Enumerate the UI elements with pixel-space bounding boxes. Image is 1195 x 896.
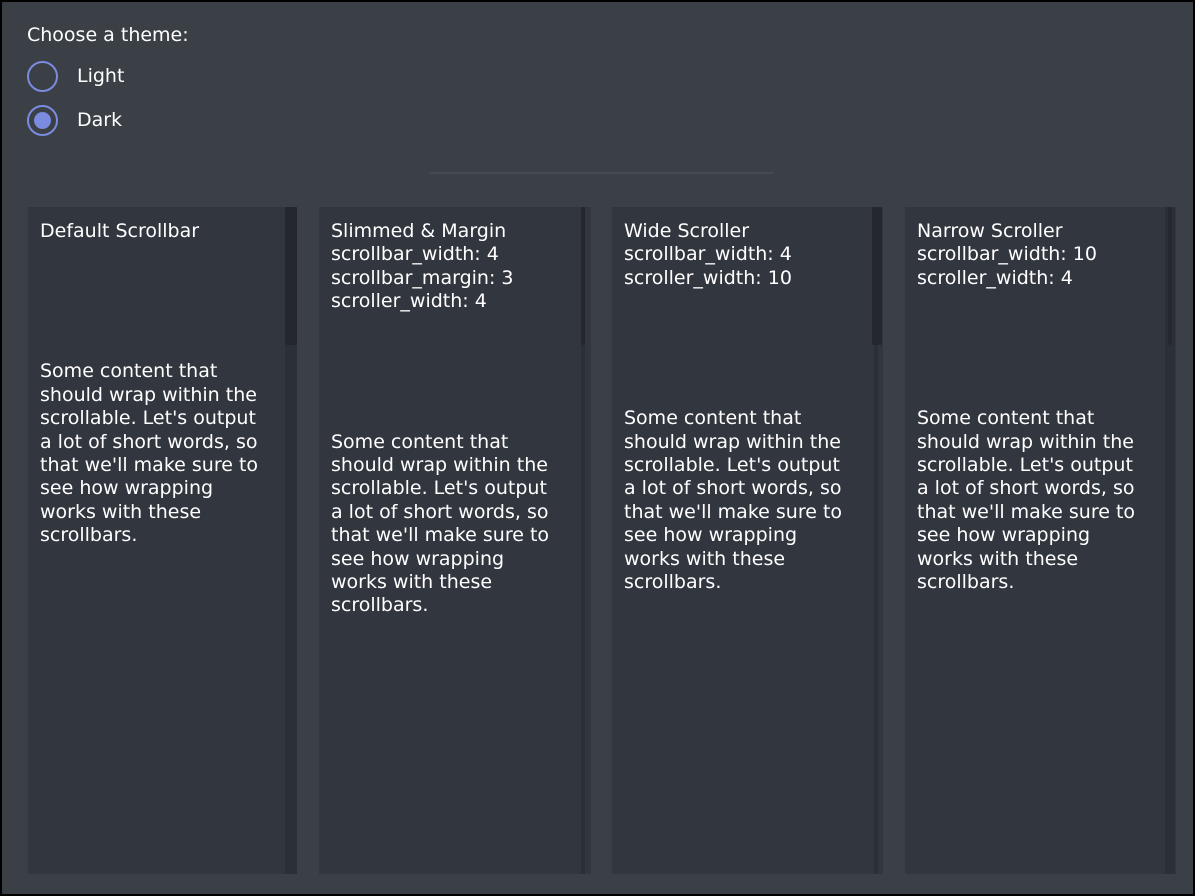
scrollable-panel-slimmed-margin[interactable]: Slimmed & Margin scrollbar_width: 4 scro… (319, 207, 591, 874)
scrollbar-thumb[interactable] (581, 207, 585, 345)
panel-content: Some content that should wrap within the… (917, 407, 1152, 594)
panel-header: Narrow Scroller scrollbar_width: 10 scro… (917, 220, 1152, 290)
radio-label-dark: Dark (77, 109, 122, 132)
scrollable-panel-narrow-scroller[interactable]: Narrow Scroller scrollbar_width: 10 scro… (905, 207, 1176, 874)
panel-content: Some content that should wrap within the… (331, 431, 567, 618)
horizontal-rule (429, 172, 774, 174)
radio-option-dark[interactable]: Dark (27, 105, 189, 136)
theme-chooser-label: Choose a theme: (27, 24, 189, 47)
scrollbar-thumb[interactable] (285, 207, 297, 345)
scrollable-panel-default[interactable]: Default Scrollbar Some content that shou… (28, 207, 297, 874)
panel-text-block: Wide Scroller scrollbar_width: 4 scrolle… (624, 220, 859, 594)
panel-content: Some content that should wrap within the… (40, 360, 273, 547)
scrollbar-thumb[interactable] (872, 207, 882, 345)
radio-option-light[interactable]: Light (27, 61, 189, 92)
panel-text-block: Narrow Scroller scrollbar_width: 10 scro… (917, 220, 1152, 594)
panel-header: Default Scrollbar (40, 220, 273, 243)
scrollable-panel-wide-scroller[interactable]: Wide Scroller scrollbar_width: 4 scrolle… (612, 207, 883, 874)
radio-selected-icon[interactable] (27, 105, 58, 136)
panel-header: Slimmed & Margin scrollbar_width: 4 scro… (331, 220, 567, 314)
panel-text-block: Slimmed & Margin scrollbar_width: 4 scro… (331, 220, 567, 618)
radio-label-light: Light (77, 65, 124, 88)
panel-header: Wide Scroller scrollbar_width: 4 scrolle… (624, 220, 859, 290)
panel-text-block: Default Scrollbar Some content that shou… (40, 220, 273, 548)
app-window: Choose a theme: Light Dark Default Scrol… (0, 0, 1195, 896)
radio-unselected-icon[interactable] (27, 61, 58, 92)
panel-content: Some content that should wrap within the… (624, 407, 859, 594)
theme-chooser: Choose a theme: Light Dark (27, 24, 189, 136)
radio-dot-icon (34, 112, 51, 129)
scrollbar-thumb[interactable] (1168, 207, 1172, 345)
